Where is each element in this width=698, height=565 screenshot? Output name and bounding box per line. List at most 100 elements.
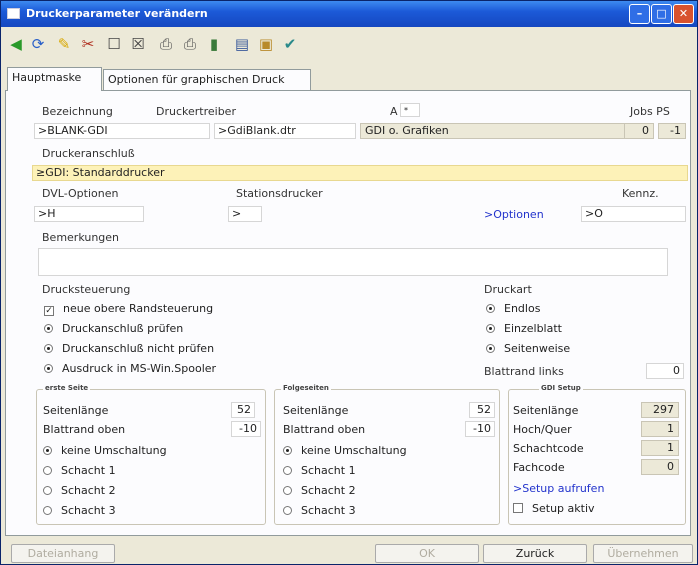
window-title: Druckerparameter verändern [26, 7, 208, 20]
group-gdi-setup: GDI Setup Seitenlänge 297 Hoch/Quer 1 Sc… [508, 384, 686, 525]
drucksteuerung-option-3[interactable]: Ausdruck in MS-Win.Spooler [44, 362, 216, 375]
radio-icon [283, 506, 292, 515]
group-folgeseiten: Folgeseiten Seitenlänge 52 Blattrand obe… [274, 384, 500, 525]
stationsdrucker-label: Stationsdrucker [236, 187, 323, 200]
radio-icon [283, 466, 292, 475]
printer-icon[interactable]: ⎙ [155, 33, 177, 55]
stationsdrucker-input[interactable]: > [228, 206, 262, 222]
a-label: A [390, 105, 398, 118]
radio-icon [43, 506, 52, 515]
treiber-description: GDI o. Grafiken [360, 123, 628, 139]
radio-icon [486, 324, 495, 333]
folge-option-3[interactable]: Schacht 3 [283, 504, 356, 517]
radio-icon [283, 486, 292, 495]
blattrand-links-label: Blattrand links [484, 365, 564, 378]
erste-blattrand-input[interactable]: -10 [231, 421, 261, 437]
kennz-label: Kennz. [622, 187, 659, 200]
druckart-option-seitenweise[interactable]: Seitenweise [486, 342, 570, 355]
druckeranschluss-input[interactable]: ≥GDI: Standarddrucker [32, 165, 688, 181]
main-panel: Bezeichnung Druckertreiber A * Jobs PS >… [5, 90, 691, 536]
radio-icon [44, 364, 53, 373]
close-button[interactable]: ✕ [673, 4, 694, 24]
maximize-button[interactable]: □ [651, 4, 672, 24]
close-record-icon[interactable]: ☒ [127, 33, 149, 55]
setup-aufrufen-link[interactable]: >Setup aufrufen [513, 482, 604, 495]
dialog-window: Druckerparameter verändern – □ ✕ ◀ ⟳ ✎ ✂… [0, 0, 698, 565]
erste-option-1[interactable]: Schacht 1 [43, 464, 116, 477]
gdi-seitenlaenge-value: 297 [641, 402, 679, 418]
druckart-option-einzelblatt[interactable]: Einzelblatt [486, 322, 562, 335]
dateianhang-button[interactable]: Dateianhang [11, 544, 115, 563]
gdi-seitenlaenge-label: Seitenlänge [513, 404, 579, 417]
gdi-hochquer-value: 1 [641, 421, 679, 437]
druckertreiber-label: Druckertreiber [156, 105, 236, 118]
checkbox-icon: ✓ [44, 306, 54, 316]
folge-option-1[interactable]: Schacht 1 [283, 464, 356, 477]
drucksteuerung-option-2[interactable]: Druckanschluß nicht prüfen [44, 342, 214, 355]
erste-option-3[interactable]: Schacht 3 [43, 504, 116, 517]
druckertreiber-input[interactable]: >GdiBlank.dtr [214, 123, 356, 139]
group-folgeseiten-title: Folgeseiten [281, 384, 331, 392]
gdi-schachtcode-label: Schachtcode [513, 442, 584, 455]
drucksteuerung-option-1[interactable]: Druckanschluß prüfen [44, 322, 183, 335]
new-page-icon[interactable]: ☐ [103, 33, 125, 55]
uebernehmen-button[interactable]: Übernehmen [593, 544, 693, 563]
gdi-fachcode-label: Fachcode [513, 461, 565, 474]
spellcheck-icon[interactable]: ✔ [279, 33, 301, 55]
folge-option-2[interactable]: Schacht 2 [283, 484, 356, 497]
blattrand-links-input[interactable]: 0 [646, 363, 684, 379]
drucksteuerung-option-0[interactable]: ✓ neue obere Randsteuerung [44, 302, 213, 316]
radio-icon [43, 466, 52, 475]
folge-option-0[interactable]: keine Umschaltung [283, 444, 407, 457]
refresh-icon[interactable]: ⟳ [27, 33, 49, 55]
bezeichnung-label: Bezeichnung [42, 105, 113, 118]
radio-icon [43, 486, 52, 495]
radio-icon [486, 344, 495, 353]
radio-icon [43, 446, 52, 455]
druckart-option-endlos[interactable]: Endlos [486, 302, 540, 315]
key-icon[interactable]: ✎ [53, 33, 75, 55]
ok-button[interactable]: OK [375, 544, 479, 563]
folge-blattrand-input[interactable]: -10 [465, 421, 495, 437]
save-icon[interactable]: ▮ [203, 33, 225, 55]
dvl-optionen-input[interactable]: >H [34, 206, 144, 222]
tab-hauptmaske[interactable]: Hauptmaske [7, 67, 102, 91]
minimize-button[interactable]: – [629, 4, 650, 24]
group-erste-seite: erste Seite Seitenlänge 52 Blattrand obe… [36, 384, 266, 525]
kennz-input[interactable]: >O [581, 206, 686, 222]
folge-blattrand-label: Blattrand oben [283, 423, 366, 436]
ps-value: -1 [658, 123, 686, 139]
gdi-fachcode-value: 0 [641, 459, 679, 475]
radio-icon [486, 304, 495, 313]
checkbox-icon [513, 503, 523, 513]
gdi-hochquer-label: Hoch/Quer [513, 423, 572, 436]
group-gdi-setup-title: GDI Setup [539, 384, 583, 392]
zurueck-button[interactable]: Zurück [483, 544, 587, 563]
erste-blattrand-label: Blattrand oben [43, 423, 126, 436]
dvl-optionen-label: DVL-Optionen [42, 187, 119, 200]
back-arrow-icon[interactable]: ◀ [5, 33, 27, 55]
erste-seitenlaenge-input[interactable]: 52 [231, 402, 255, 418]
a-field[interactable]: * [400, 103, 420, 117]
erste-option-2[interactable]: Schacht 2 [43, 484, 116, 497]
bemerkungen-textarea[interactable] [38, 248, 668, 276]
title-bar[interactable]: Druckerparameter verändern – □ ✕ [1, 1, 697, 27]
bezeichnung-input[interactable]: >BLANK-GDI [34, 123, 210, 139]
gdi-schachtcode-value: 1 [641, 440, 679, 456]
erste-seitenlaenge-label: Seitenlänge [43, 404, 109, 417]
document-icon[interactable]: ▤ [231, 33, 253, 55]
radio-icon [283, 446, 292, 455]
folge-seitenlaenge-input[interactable]: 52 [469, 402, 495, 418]
delete-icon[interactable]: ✂ [77, 33, 99, 55]
tab-optionen-graphischer-druck[interactable]: Optionen für graphischen Druck [103, 69, 311, 91]
print-preview-icon[interactable]: ⎙ [179, 33, 201, 55]
bemerkungen-label: Bemerkungen [42, 231, 120, 244]
optionen-link[interactable]: >Optionen [484, 208, 544, 221]
clipboard-icon[interactable]: ▣ [255, 33, 277, 55]
druckart-label: Druckart [484, 283, 532, 296]
druckeranschluss-label: Druckeranschluß [42, 147, 135, 160]
erste-option-0[interactable]: keine Umschaltung [43, 444, 167, 457]
setup-aktiv-checkbox[interactable]: Setup aktiv [513, 502, 595, 515]
jobs-ps-label: Jobs PS [630, 105, 670, 118]
jobs-value: 0 [624, 123, 654, 139]
